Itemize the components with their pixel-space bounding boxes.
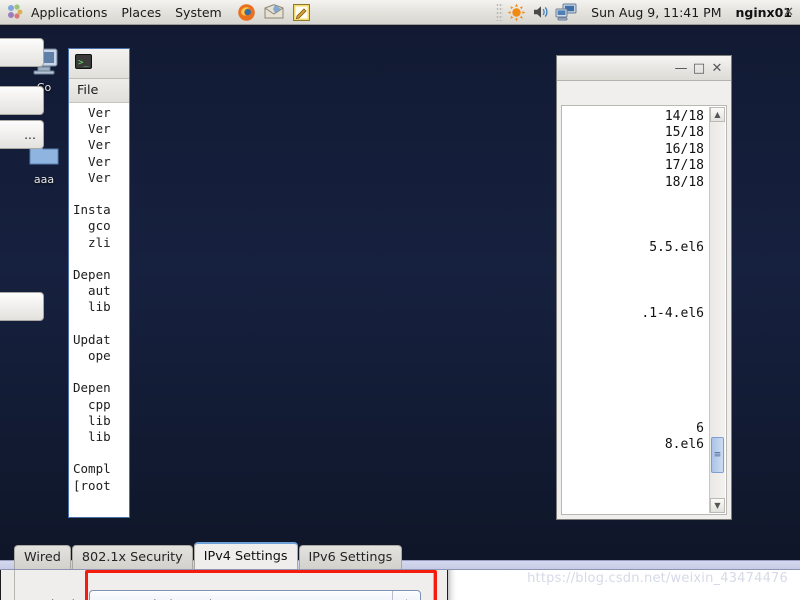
text-editor-icon[interactable] <box>292 3 311 22</box>
volume-icon[interactable] <box>531 3 550 21</box>
menu-places[interactable]: Places <box>114 0 168 25</box>
close-icon[interactable]: ✕ <box>708 59 726 77</box>
svg-text:>_: >_ <box>78 58 89 68</box>
ipv4-settings-panel: Method: Automatic (DHCP) Addresses <box>14 568 437 600</box>
firefox-icon[interactable] <box>237 3 256 22</box>
background-dialog-button-4[interactable] <box>0 292 44 321</box>
settings-tabs: Wired 802.1x Security IPv4 Settings IPv6… <box>14 542 434 569</box>
terminal-output: Ver Ver Ver Ver Ver Insta gco zli Depen … <box>73 105 111 493</box>
scroll-down-icon[interactable]: ▼ <box>710 498 725 513</box>
tab-ipv6-settings[interactable]: IPv6 Settings <box>298 545 403 569</box>
gnome-foot-icon[interactable] <box>6 3 24 21</box>
menu-system[interactable]: System <box>168 0 229 25</box>
chevron-updown-icon <box>392 591 420 600</box>
background-dialog-button-2[interactable] <box>0 86 44 115</box>
watermark-text: https://blog.csdn.net/weixin_43474476 <box>527 571 788 586</box>
background-dialog-button-1[interactable] <box>0 38 44 67</box>
tab-8021x-security[interactable]: 802.1x Security <box>71 545 193 569</box>
panel-shadow-strip <box>0 25 800 28</box>
panel-drag-handle[interactable] <box>496 3 504 21</box>
maximize-icon[interactable]: □ <box>690 59 708 77</box>
terminal-menu-label: File <box>77 83 99 98</box>
package-output-canvas: 14/18 15/18 16/18 17/18 18/18 5.5.el6 .1… <box>561 105 727 515</box>
clock[interactable]: Sun Aug 9, 11:41 PM <box>591 5 721 20</box>
terminal-window[interactable]: >_ File Ver Ver Ver Ver Ver Insta gco zl… <box>68 48 130 518</box>
screen: Co aaa Applications Places System Sun Au… <box>0 0 800 600</box>
evolution-mail-icon[interactable] <box>264 3 284 21</box>
vertical-scrollbar[interactable]: ▲ ≡ ▼ <box>709 107 725 513</box>
terminal-menu-file[interactable]: File <box>69 79 129 103</box>
package-install-window[interactable]: — □ ✕ 14/18 15/18 16/18 17/18 18/18 5.5.… <box>556 55 732 520</box>
background-dialog-close-icon[interactable]: ✕ <box>783 5 794 20</box>
system-tray <box>507 3 577 22</box>
brightness-icon[interactable] <box>507 3 526 22</box>
tab-ipv4-settings[interactable]: IPv4 Settings <box>193 542 298 569</box>
package-window-titlebar[interactable]: — □ ✕ <box>557 56 731 81</box>
terminal-icon: >_ <box>75 54 92 73</box>
scroll-up-icon[interactable]: ▲ <box>710 107 725 122</box>
method-row: Method: Automatic (DHCP) <box>27 590 421 600</box>
network-monitor-icon[interactable] <box>555 3 577 21</box>
minimize-icon[interactable]: — <box>672 59 690 77</box>
scrollbar-thumb-grip: ≡ <box>713 450 722 460</box>
top-panel: Applications Places System Sun Aug 9, 11… <box>0 0 800 25</box>
package-output-text: 14/18 15/18 16/18 17/18 18/18 5.5.el6 .1… <box>641 109 704 453</box>
terminal-titlebar[interactable]: >_ <box>69 49 129 79</box>
menu-applications[interactable]: Applications <box>24 0 114 25</box>
scrollbar-thumb[interactable]: ≡ <box>711 437 724 473</box>
background-dialog-button-3[interactable]: ... <box>0 120 44 149</box>
method-combobox[interactable]: Automatic (DHCP) <box>89 590 421 600</box>
desktop-icon-label: aaa <box>33 173 55 186</box>
tab-wired[interactable]: Wired <box>14 545 71 569</box>
